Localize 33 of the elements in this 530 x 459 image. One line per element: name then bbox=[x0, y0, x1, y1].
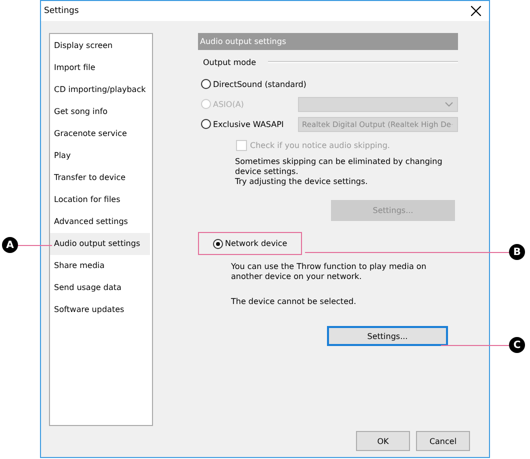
callout-badge: C bbox=[509, 337, 525, 353]
sidebar-item[interactable]: Get song info bbox=[50, 101, 150, 123]
radio-button[interactable]: Exclusive WASAPI bbox=[201, 119, 284, 129]
sidebar-item[interactable]: Transfer to device bbox=[50, 167, 150, 189]
leader-line bbox=[18, 244, 52, 246]
settings-button[interactable]: Settings... bbox=[327, 326, 448, 346]
sidebar-item[interactable]: CD importing/playback bbox=[50, 79, 150, 101]
chevron-icon bbox=[445, 102, 453, 106]
help-text: Sometimes skipping can be eliminated by changing device settings. bbox=[235, 157, 444, 177]
sidebar-item[interactable]: Location for files bbox=[50, 189, 150, 211]
leader-line bbox=[441, 344, 509, 346]
radio-button[interactable]: DirectSound (standard) bbox=[201, 79, 306, 89]
sidebar-item[interactable]: Gracenote service bbox=[50, 123, 150, 145]
dialog-button[interactable]: Cancel bbox=[416, 431, 470, 451]
sidebar-item[interactable]: Display screen bbox=[50, 35, 150, 57]
close-icon[interactable] bbox=[471, 6, 481, 16]
radio-button[interactable]: Network device bbox=[213, 238, 288, 248]
callout-badge: B bbox=[509, 244, 525, 260]
callout-badge: A bbox=[2, 237, 18, 253]
sidebar-item[interactable]: Audio output settings bbox=[50, 233, 150, 255]
sidebar-item[interactable]: Software updates bbox=[50, 299, 150, 321]
group-label: Output mode bbox=[203, 58, 256, 66]
dialog-button[interactable]: OK bbox=[356, 431, 410, 451]
sidebar-item[interactable]: Share media bbox=[50, 255, 150, 277]
sidebar-item[interactable]: Send usage data bbox=[50, 277, 150, 299]
help-text: Try adjusting the device settings. bbox=[235, 177, 369, 187]
section-header: Audio output settings bbox=[198, 33, 458, 50]
help-text: You can use the Throw function to play media on another device on your network. bbox=[231, 262, 428, 282]
sidebar-item[interactable]: Import file bbox=[50, 57, 150, 79]
window-title: Settings bbox=[44, 6, 79, 16]
sidebar-item[interactable]: Play bbox=[50, 145, 150, 167]
status-text: The device cannot be selected. bbox=[231, 297, 358, 307]
sidebar-item[interactable]: Advanced settings bbox=[50, 211, 150, 233]
